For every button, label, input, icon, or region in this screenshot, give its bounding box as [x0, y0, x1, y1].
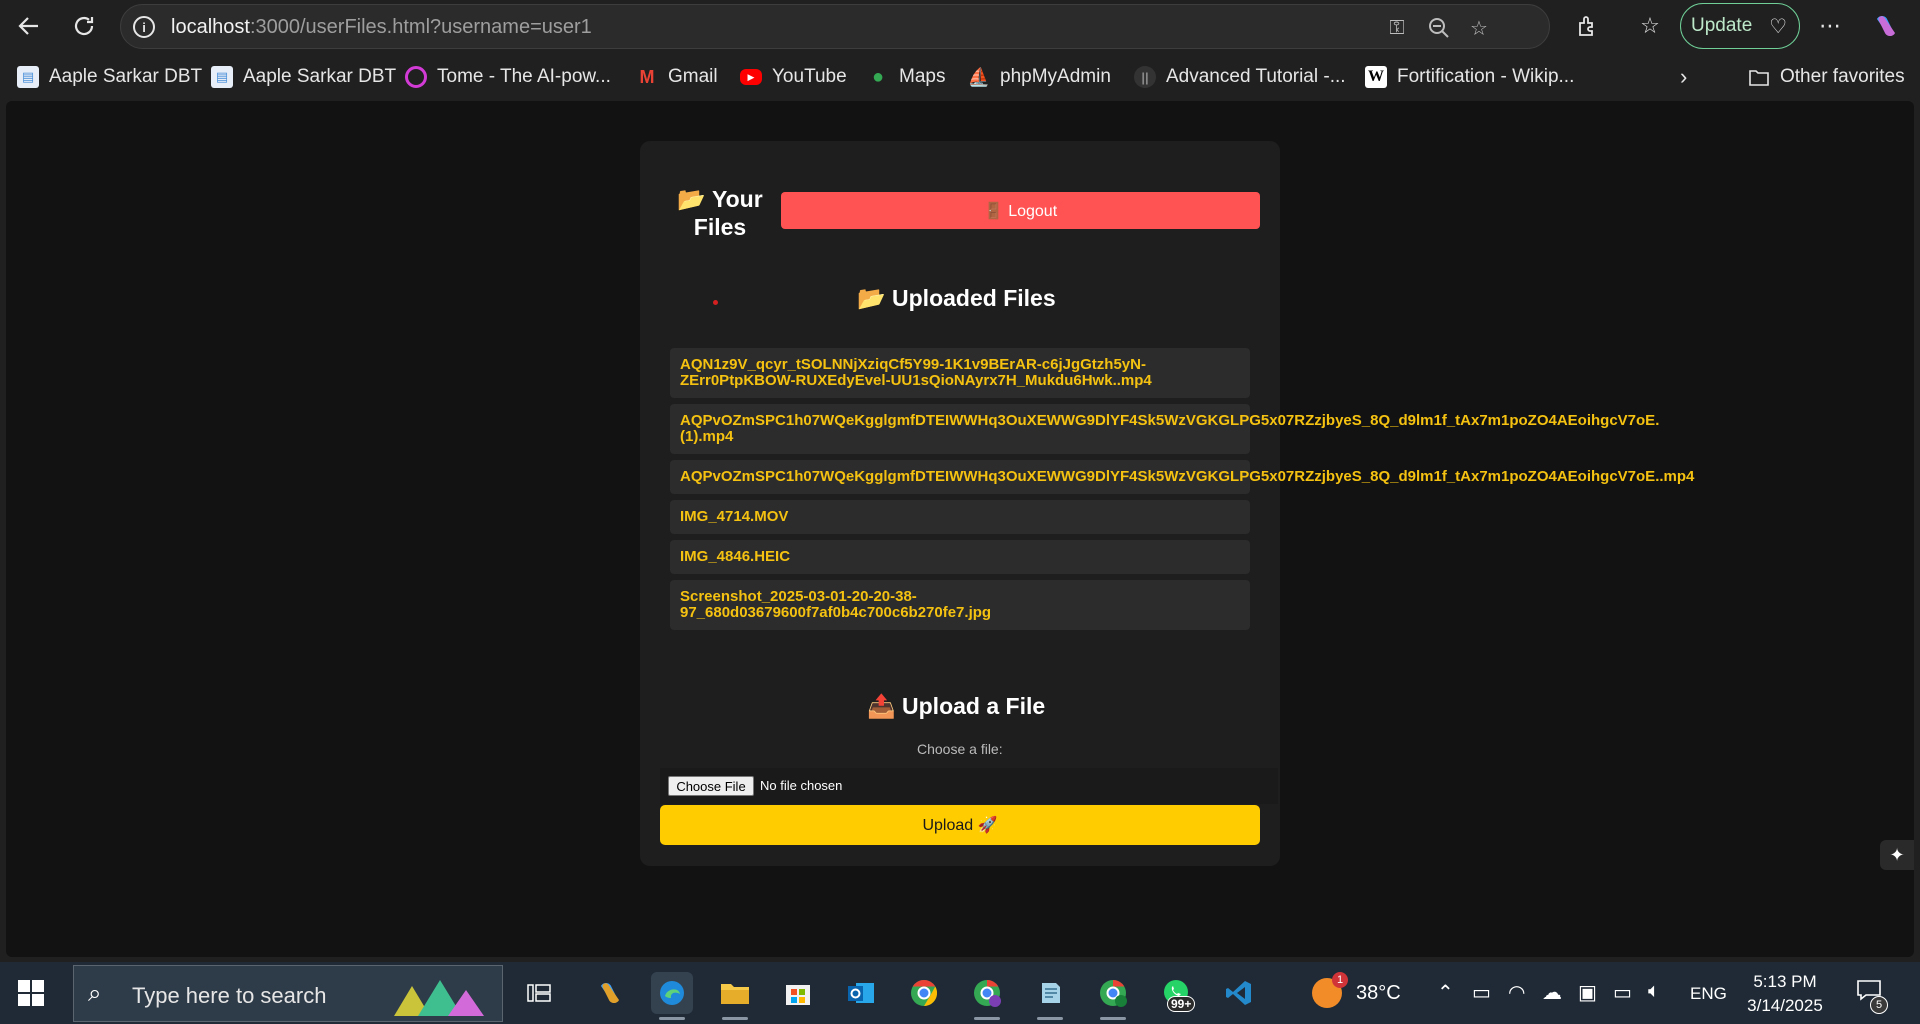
- bookmark-fortification[interactable]: W Fortification - Wikip...: [1365, 63, 1574, 91]
- file-item[interactable]: IMG_4846.HEIC: [670, 540, 1250, 574]
- bookmark-maps[interactable]: ● Maps: [867, 63, 946, 91]
- gmail-icon: M: [639, 66, 655, 87]
- speaker-icon[interactable]: 🔈︎: [1648, 980, 1660, 1003]
- page-title: 📂 Your Files: [677, 186, 763, 240]
- bookmark-phpmyadmin[interactable]: ⛵ phpMyAdmin: [968, 63, 1111, 91]
- file-input: Choose File No file chosen: [660, 768, 1278, 804]
- no-file-chosen-text: No file chosen: [760, 778, 843, 793]
- weather-sun-icon: 1: [1312, 972, 1348, 1008]
- red-dot: [713, 300, 718, 305]
- display-icon[interactable]: ▣: [1578, 980, 1597, 1005]
- tome-icon: [405, 66, 427, 88]
- choose-file-label: Choose a file:: [917, 741, 1003, 757]
- chrome-profile-2-icon[interactable]: [1092, 972, 1134, 1020]
- copilot-icon[interactable]: [1868, 8, 1904, 44]
- back-arrow-icon[interactable]: [9, 6, 49, 46]
- taskbar-search[interactable]: ⌕ Type here to search: [73, 965, 503, 1022]
- logout-button[interactable]: 🚪 Logout: [781, 192, 1260, 229]
- uploaded-files-heading: 📂 Uploaded Files: [857, 285, 1056, 311]
- document-icon: ▤: [211, 66, 233, 88]
- outlook-icon[interactable]: [840, 972, 882, 1014]
- chevron-right-icon[interactable]: ›: [1680, 63, 1687, 91]
- browser-toolbar: i localhost:3000/userFiles.html?username…: [0, 0, 1920, 53]
- file-item[interactable]: IMG_4714.MOV: [670, 500, 1250, 534]
- document-icon: ▤: [17, 66, 39, 88]
- task-view-icon[interactable]: [518, 972, 560, 1014]
- bookmark-aaple-sarkar-1[interactable]: ▤ Aaple Sarkar DBT: [17, 63, 202, 91]
- bookmarks-bar: ▤ Aaple Sarkar DBT ▤ Aaple Sarkar DBT Tome…: [0, 53, 1920, 100]
- weather-widget[interactable]: 1 38°C: [1312, 972, 1401, 1008]
- bookmark-youtube[interactable]: ▶ YouTube: [740, 63, 847, 91]
- bookmark-aaple-sarkar-2[interactable]: ▤ Aaple Sarkar DBT: [211, 63, 396, 91]
- battery-icon[interactable]: ▭: [1613, 980, 1632, 1005]
- favorite-star-icon[interactable]: ☆: [1466, 15, 1492, 41]
- notification-count: 5: [1870, 996, 1888, 1014]
- update-button[interactable]: Update ♡: [1680, 3, 1800, 49]
- file-list: AQN1z9V_qcyr_tSOLNNjXziqCf5Y99-1K1v9BErA…: [670, 348, 1694, 636]
- upload-button[interactable]: Upload 🚀: [660, 805, 1260, 845]
- vscode-icon[interactable]: [1218, 972, 1260, 1014]
- copilot-taskbar-icon[interactable]: [589, 972, 631, 1014]
- whatsapp-icon[interactable]: 99+: [1155, 972, 1197, 1014]
- address-bar[interactable]: i localhost:3000/userFiles.html?username…: [120, 4, 1550, 49]
- more-menu-icon[interactable]: ⋯: [1812, 8, 1848, 44]
- other-favorites[interactable]: Other favorites: [1748, 63, 1905, 91]
- file-item[interactable]: AQPvOZmSPC1h07WQeKgglgmfDTEIWWHq3OuXEWWG…: [670, 460, 1694, 494]
- search-icon: ⌕: [88, 980, 102, 1007]
- bookmark-tome[interactable]: Tome - The AI-pow...: [405, 63, 611, 91]
- windows-start-icon[interactable]: [18, 980, 44, 1006]
- site-info-icon[interactable]: i: [133, 16, 155, 38]
- edge-browser-icon[interactable]: [651, 972, 693, 1020]
- extensions-icon[interactable]: [1570, 8, 1606, 44]
- upload-file-heading: 📤 Upload a File: [867, 693, 1046, 719]
- browser-essentials-icon: ♡: [1769, 16, 1787, 38]
- camera-icon[interactable]: ▭: [1472, 980, 1491, 1005]
- file-explorer-icon[interactable]: [714, 972, 756, 1020]
- wifi-icon[interactable]: ◠: [1508, 980, 1525, 1005]
- reload-icon[interactable]: [64, 6, 104, 46]
- chrome-profile-icon[interactable]: [966, 972, 1008, 1020]
- chrome-icon[interactable]: [903, 972, 945, 1014]
- file-item[interactable]: AQN1z9V_qcyr_tSOLNNjXziqCf5Y99-1K1v9BErA…: [670, 348, 1250, 398]
- url-text[interactable]: localhost:3000/userFiles.html?username=u…: [171, 16, 592, 39]
- microsoft-store-icon[interactable]: [777, 972, 819, 1014]
- language-indicator[interactable]: ENG: [1690, 984, 1727, 1004]
- phpmyadmin-icon: ⛵: [967, 66, 991, 87]
- folder-icon: [1748, 66, 1770, 88]
- bookmark-advanced-tutorial[interactable]: || Advanced Tutorial -...: [1134, 63, 1346, 91]
- file-item[interactable]: AQPvOZmSPC1h07WQeKgglgmfDTEIWWHq3OuXEWWG…: [670, 404, 1659, 454]
- file-item[interactable]: Screenshot_2025-03-01-20-20-38- 97_680d03…: [670, 580, 1250, 630]
- chevron-up-icon[interactable]: ⌃: [1437, 980, 1454, 1005]
- tutorial-icon: ||: [1134, 66, 1156, 88]
- zoom-out-icon[interactable]: [1426, 15, 1452, 41]
- clock[interactable]: 5:13 PM 3/14/2025: [1740, 970, 1830, 1018]
- maps-icon: ●: [871, 65, 885, 88]
- choose-file-button[interactable]: Choose File: [668, 776, 754, 796]
- whatsapp-badge: 99+: [1167, 996, 1196, 1012]
- notepad-icon[interactable]: [1029, 972, 1071, 1020]
- onedrive-icon[interactable]: ☁: [1542, 980, 1562, 1005]
- key-icon[interactable]: ⚿: [1384, 15, 1410, 41]
- search-highlight-art: [394, 980, 484, 1016]
- youtube-icon: ▶: [740, 69, 762, 85]
- bookmark-gmail[interactable]: M Gmail: [636, 63, 718, 91]
- taskbar: ⌕ Type here to search 99+ 1 38°C ⌃ ▭ ◠ ☁…: [0, 962, 1920, 1024]
- wikipedia-icon: W: [1365, 66, 1387, 88]
- favorites-icon[interactable]: ☆: [1632, 8, 1668, 44]
- sparkle-icon[interactable]: ✦: [1880, 840, 1914, 870]
